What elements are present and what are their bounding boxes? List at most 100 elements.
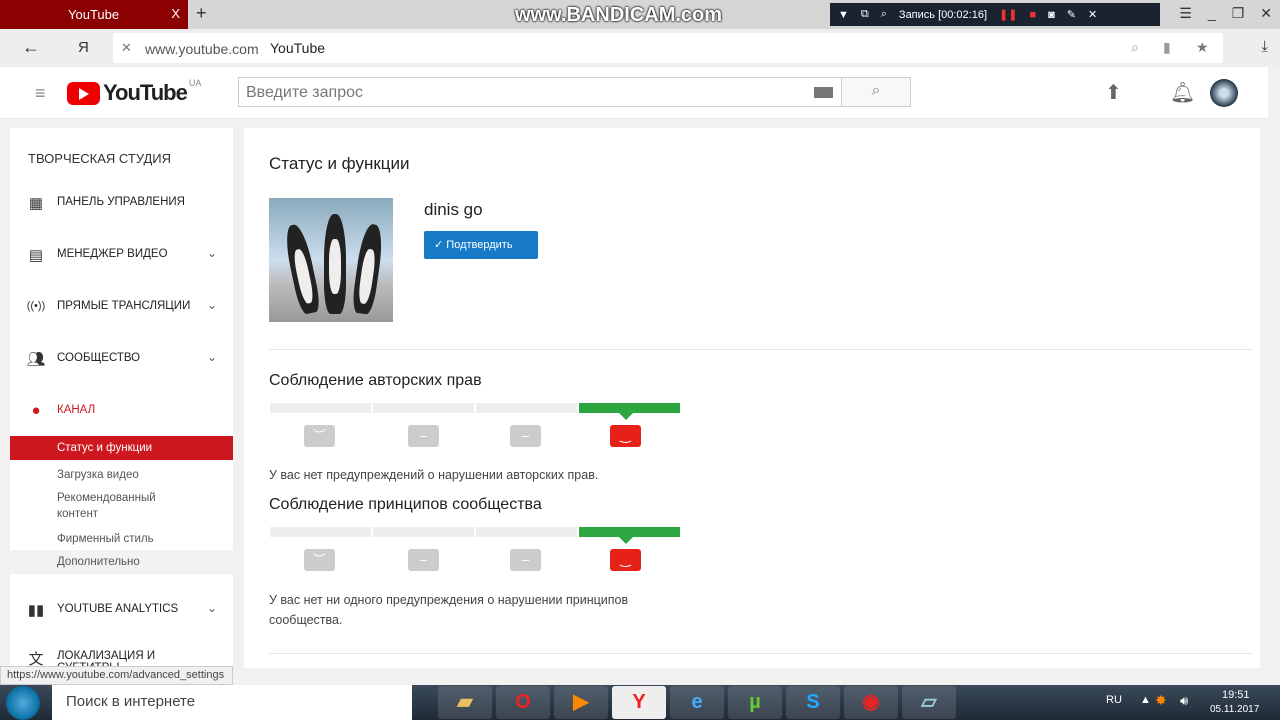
sidebar-sub-featured[interactable]: Рекомендованный контент: [10, 486, 190, 526]
page-title-text: YouTube: [270, 40, 326, 56]
verify-button[interactable]: ✓ Подтвердить: [424, 231, 538, 259]
search-button[interactable]: ⌕: [842, 77, 911, 107]
volume-icon[interactable]: 🔊︎: [1180, 693, 1188, 709]
zoom-icon[interactable]: ⌕: [1131, 39, 1139, 56]
sidebar-item-channel[interactable]: ● КАНАЛ: [10, 398, 233, 424]
frown-face-icon: –: [408, 425, 439, 447]
tab-title: YouTube: [68, 7, 120, 22]
skype-icon[interactable]: S: [786, 686, 840, 719]
url-text: www.youtube.com: [145, 41, 259, 57]
hamburger-icon[interactable]: ≡: [35, 83, 46, 104]
chevron-down-icon: ⌄: [206, 298, 217, 312]
keyboard-icon[interactable]: [814, 87, 833, 98]
verify-label: Подтвердить: [446, 239, 513, 251]
copyright-meter: [270, 403, 680, 420]
frown-face-icon: –: [408, 549, 439, 571]
sidebar-item-dashboard[interactable]: ▦ ПАНЕЛЬ УПРАВЛЕНИЯ: [10, 190, 233, 216]
sidebar-item-video-manager[interactable]: ▤ МЕНЕДЖЕР ВИДЕО ⌄: [10, 242, 233, 268]
youtube-logo[interactable]: YouTube UA: [67, 78, 201, 106]
opera-icon[interactable]: O: [496, 686, 550, 719]
app-icon[interactable]: ▱: [902, 686, 956, 719]
youtube-header: ≡ YouTube UA Введите запрос ⌕ ⬆ 🔔︎: [0, 67, 1268, 119]
sidebar-sub-upload[interactable]: Загрузка видео: [10, 463, 233, 487]
dropdown-icon[interactable]: ▼: [838, 9, 849, 21]
taskbar-search-text: Поиск в интернете: [66, 693, 196, 710]
sad-face-icon: ︶: [304, 549, 335, 571]
search-icon[interactable]: ⌕: [881, 8, 887, 21]
chevron-down-icon: ⌄: [206, 601, 217, 615]
logo-text: YouTube: [103, 80, 188, 105]
sidebar-item-label: ПАНЕЛЬ УПРАВЛЕНИЯ: [57, 196, 185, 208]
live-icon: ((•)): [26, 300, 46, 312]
neutral-face-icon: –: [510, 549, 541, 571]
community-message: У вас нет ни одного предупреждения о нар…: [269, 593, 629, 627]
close-icon[interactable]: ✕: [1088, 8, 1097, 21]
lock-icon[interactable]: ▮: [1163, 39, 1171, 56]
taskbar-search[interactable]: Поиск в интернете: [52, 685, 412, 720]
start-button[interactable]: [6, 686, 40, 720]
sidebar-item-live[interactable]: ((•)) ПРЯМЫЕ ТРАНСЛЯЦИИ ⌄: [10, 294, 233, 320]
download-icon[interactable]: ⤓: [1261, 38, 1268, 55]
sidebar-sub-status[interactable]: Статус и функции: [10, 436, 233, 460]
yandex-button[interactable]: Я: [78, 39, 89, 56]
clock-time[interactable]: 19:51: [1222, 689, 1250, 701]
sidebar-item-community[interactable]: 👥︎ СООБЩЕСТВО ⌄: [10, 346, 233, 372]
record-label: Запись [00:02:16]: [898, 8, 988, 21]
camera-icon[interactable]: ◙: [1048, 9, 1055, 21]
sidebar-item-analytics[interactable]: ▮▮ YOUTUBE ANALYTICS ⌄: [10, 597, 233, 623]
yandex-browser-icon[interactable]: Y: [612, 686, 666, 719]
stop-icon[interactable]: ■: [1029, 9, 1036, 21]
sidebar-title: ТВОРЧЕСКАЯ СТУДИЯ: [28, 151, 172, 166]
internet-explorer-icon[interactable]: e: [670, 686, 724, 719]
recorder-toolbar: ▼ ⧉ ⌕ Запись [00:02:16] ❚❚ ■ ◙ ✎ ✕: [830, 3, 1160, 26]
translate-icon: 文: [28, 651, 44, 668]
scrollbar[interactable]: [1268, 67, 1280, 685]
pencil-icon[interactable]: ✎: [1067, 8, 1076, 21]
sidebar-sub-branding[interactable]: Фирменный стиль: [10, 527, 233, 551]
sidebar-sub-advanced[interactable]: Дополнительно: [10, 550, 233, 574]
analytics-icon: ▮▮: [27, 602, 45, 619]
bell-icon[interactable]: 🔔︎: [1170, 80, 1195, 105]
close-tab-icon[interactable]: X: [171, 6, 180, 21]
close-window-icon[interactable]: ✕: [1260, 5, 1272, 22]
window-icon[interactable]: ⧉: [861, 8, 869, 21]
restore-icon[interactable]: ❐: [1232, 5, 1245, 22]
community-title: Соблюдение принципов сообщества: [269, 496, 542, 513]
browser-tab-bar: YouTube X + www.BANDICAM.com ▼ ⧉ ⌕ Запись [0…: [0, 0, 1280, 29]
explorer-icon[interactable]: ▰: [438, 686, 492, 719]
bandicam-watermark: www.BANDICAM.com: [515, 4, 723, 26]
utorrent-icon[interactable]: µ: [728, 686, 782, 719]
tray-arrow-icon[interactable]: ▲: [1140, 694, 1151, 706]
minimize-icon[interactable]: _: [1208, 5, 1216, 22]
copyright-message: У вас нет предупреждений о нарушении авт…: [269, 468, 599, 482]
new-tab-button[interactable]: +: [196, 3, 207, 24]
channel-avatar-image: [269, 198, 393, 322]
back-button[interactable]: ←: [22, 37, 40, 58]
avatar[interactable]: [1210, 79, 1238, 107]
star-icon[interactable]: ★: [1196, 39, 1209, 56]
community-icon: 👥︎: [26, 351, 46, 368]
pause-icon[interactable]: ❚❚: [999, 8, 1017, 21]
avast-icon[interactable]: ✸: [1155, 692, 1167, 709]
main-content: Статус и функции dinis go ✓ Подтвердить …: [244, 128, 1260, 668]
upload-icon[interactable]: ⬆: [1105, 80, 1122, 105]
status-bar-url: https://www.youtube.com/advanced_setting…: [0, 666, 233, 685]
stop-icon[interactable]: ✕: [121, 40, 132, 56]
address-bar: ← Я ✕ www.youtube.com YouTube ⌕ ▮ ★ ⤓: [0, 29, 1280, 67]
channel-name: dinis go: [424, 200, 483, 219]
url-field[interactable]: ✕ www.youtube.com YouTube ⌕ ▮ ★: [113, 33, 1223, 63]
menu-icon[interactable]: ☰: [1179, 5, 1192, 22]
happy-face-icon: ‿: [610, 549, 641, 571]
browser-tab[interactable]: YouTube X: [0, 0, 188, 29]
clock-date[interactable]: 05.11.2017: [1210, 704, 1259, 715]
search-input[interactable]: Введите запрос: [238, 77, 842, 107]
chevron-down-icon: ⌄: [206, 350, 217, 364]
bandicam-icon[interactable]: ◉: [844, 686, 898, 719]
sidebar-item-label: КАНАЛ: [57, 404, 96, 416]
media-player-icon[interactable]: ▶: [554, 686, 608, 719]
language-indicator[interactable]: RU: [1106, 694, 1122, 706]
sidebar-item-label: МЕНЕДЖЕР ВИДЕО: [57, 248, 168, 260]
dashboard-icon: ▦: [28, 195, 44, 212]
channel-icon: ●: [31, 402, 41, 419]
divider: [269, 653, 1253, 654]
